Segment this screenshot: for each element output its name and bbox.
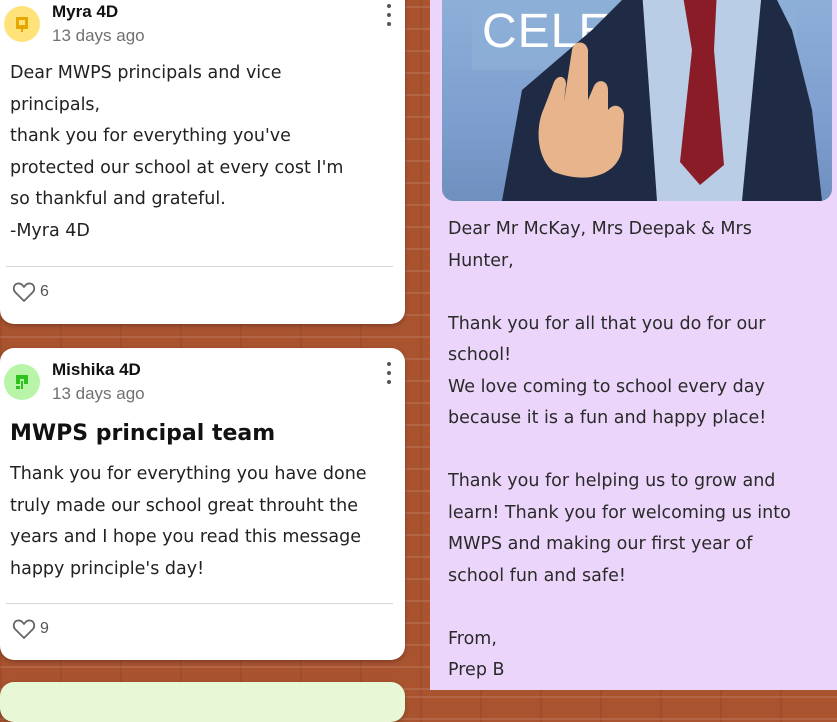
post-menu-button[interactable] [385,362,393,384]
post-time: 13 days ago [52,26,145,45]
user-avatar-icon [16,17,28,32]
user-avatar-icon [16,375,28,389]
post-title: MWPS principal team [10,421,276,446]
post-card [0,682,405,722]
avatar[interactable] [4,6,40,42]
like-button[interactable]: 9 [12,618,49,640]
kebab-menu-icon [387,4,391,8]
like-button[interactable]: 6 [12,281,49,303]
note-body: Dear Mr McKay, Mrs Deepak & Mrs Hunter, … [448,219,791,680]
divider [6,266,393,267]
celebrate-image[interactable]: CELEBRATE [442,0,832,201]
kebab-menu-icon [387,362,391,366]
post-body: Dear MWPS principals and vice principals… [10,63,344,241]
businessman-illustration [502,0,822,201]
post-card: Mishika 4D 13 days ago MWPS principal te… [0,348,405,660]
divider [6,603,393,604]
post-card: Myra 4D 13 days ago Dear MWPS principals… [0,0,405,324]
post-body: Thank you for everything you have done t… [10,464,367,579]
post-time: 13 days ago [52,384,145,403]
post-author: Mishika 4D [52,360,141,379]
like-count: 9 [40,620,49,637]
heart-icon [12,619,36,639]
avatar[interactable] [4,364,40,400]
featured-note: CELEBRATE Dear Mr McKay, Mrs Deepak & Mr… [430,0,837,690]
like-count: 6 [40,283,49,300]
post-menu-button[interactable] [385,4,393,26]
heart-icon [12,282,36,302]
post-author: Myra 4D [52,2,119,21]
